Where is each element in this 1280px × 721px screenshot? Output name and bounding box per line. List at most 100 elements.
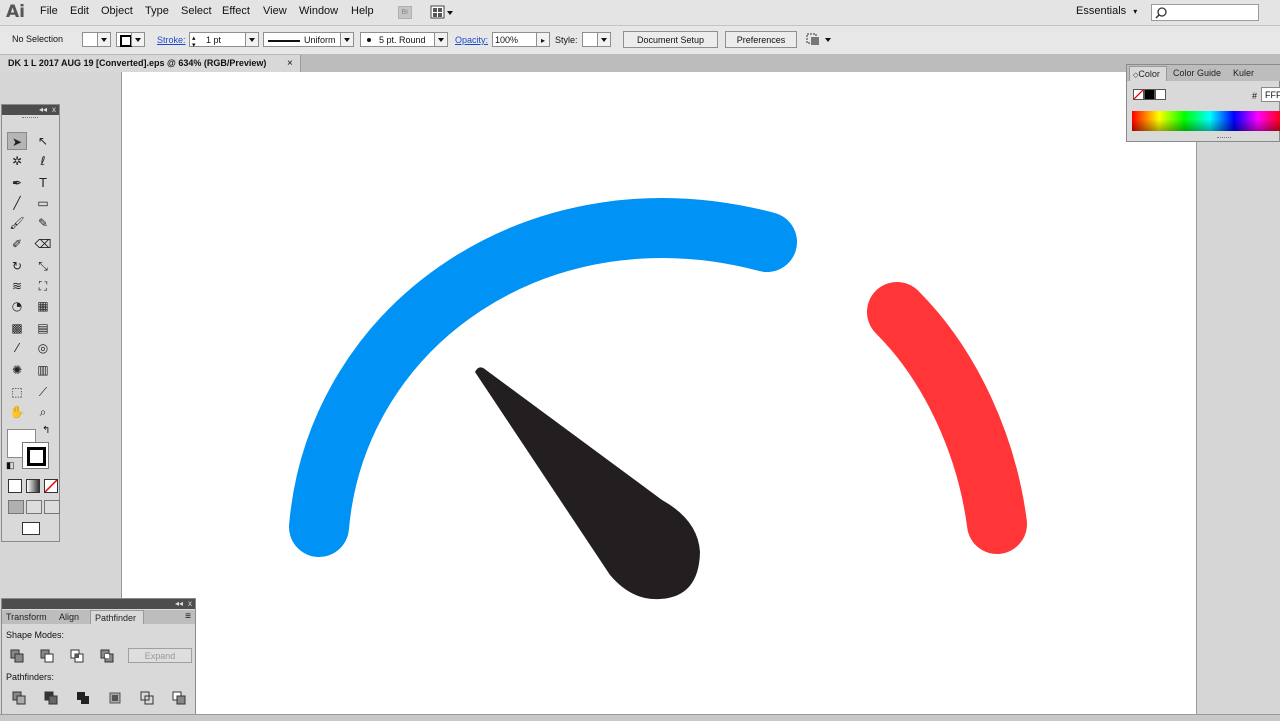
swap-fill-stroke-icon[interactable]: ↰ <box>42 425 50 436</box>
unite-icon[interactable] <box>10 649 24 663</box>
color-panel-tabs: ◇Color Color Guide Kuler <box>1127 65 1280 81</box>
hex-label: # <box>1252 91 1258 101</box>
graphic-style-dropdown[interactable] <box>582 32 611 47</box>
pathfinder-panel-header[interactable]: ◂◂ x <box>2 599 195 609</box>
minus-front-icon[interactable] <box>40 649 54 663</box>
color-spectrum[interactable] <box>1132 111 1280 131</box>
artboard-tool[interactable]: ⬚ <box>7 383 27 401</box>
drag-handle[interactable] <box>2 115 59 121</box>
bridge-button[interactable]: Br <box>398 6 412 19</box>
menu-select[interactable]: Select <box>181 5 212 17</box>
close-icon[interactable]: x <box>52 105 56 115</box>
white-swatch[interactable] <box>1155 89 1166 100</box>
menu-edit[interactable]: Edit <box>70 5 89 17</box>
artboard-canvas[interactable] <box>121 72 1197 720</box>
zoom-tool[interactable]: ⌕ <box>33 403 53 421</box>
rotate-tool[interactable]: ↻ <box>7 257 27 275</box>
gradient-tool[interactable]: ▤ <box>33 319 53 337</box>
fill-dropdown[interactable] <box>82 32 111 47</box>
stroke-color-dropdown[interactable] <box>116 32 145 47</box>
variable-width-profile-dropdown[interactable]: Uniform <box>263 32 354 47</box>
direct-selection-tool[interactable]: ↖ <box>33 132 53 150</box>
opacity-label[interactable]: Opacity: <box>455 35 488 45</box>
paintbrush-tool[interactable]: 🖌 <box>7 214 27 232</box>
tab-pathfinder[interactable]: Pathfinder <box>90 610 144 624</box>
tools-panel-header[interactable]: ◂◂ x <box>2 105 59 115</box>
line-tool[interactable]: ╱ <box>7 194 27 212</box>
menu-help[interactable]: Help <box>351 5 374 17</box>
exclude-icon[interactable] <box>100 649 114 663</box>
black-swatch[interactable] <box>1144 89 1155 100</box>
hand-tool[interactable]: ✋ <box>7 403 27 421</box>
blend-tool[interactable]: ◎ <box>33 339 53 357</box>
crop-icon[interactable] <box>108 691 122 705</box>
scale-tool[interactable]: ⤡ <box>33 257 53 275</box>
collapse-icon[interactable]: ◂◂ <box>39 105 47 115</box>
search-input[interactable] <box>1151 4 1259 21</box>
selection-tool[interactable]: ➤ <box>7 132 27 150</box>
eraser-tool[interactable]: ⌫ <box>33 235 53 253</box>
close-icon[interactable]: × <box>287 55 293 72</box>
tab-align[interactable]: Align <box>59 610 89 624</box>
minus-back-icon[interactable] <box>172 691 186 705</box>
tab-transform[interactable]: Transform <box>6 610 54 624</box>
rectangle-tool[interactable]: ▭ <box>33 194 53 212</box>
panel-menu-icon[interactable]: ≡ <box>185 610 191 624</box>
color-mode-icon[interactable] <box>8 479 22 493</box>
gradient-mode-icon[interactable] <box>26 479 40 493</box>
mesh-tool[interactable]: ▩ <box>7 319 27 337</box>
document-setup-button[interactable]: Document Setup <box>623 31 718 48</box>
hex-input[interactable]: FFFFFF <box>1261 87 1280 102</box>
symbol-sprayer-tool[interactable]: ✺ <box>7 361 27 379</box>
preferences-button[interactable]: Preferences <box>725 31 797 48</box>
drag-handle[interactable] <box>1217 137 1231 140</box>
draw-behind-icon[interactable] <box>26 500 42 514</box>
slice-tool[interactable]: ⟋ <box>33 383 53 401</box>
blob-brush-tool[interactable]: ✐ <box>7 235 27 253</box>
close-icon[interactable]: x <box>188 599 192 609</box>
tab-color[interactable]: ◇Color <box>1129 66 1167 81</box>
column-graph-tool[interactable]: ▥ <box>33 361 53 379</box>
warp-tool[interactable]: ≋ <box>7 277 27 295</box>
stroke-swatch[interactable] <box>22 442 49 469</box>
workspace-switcher[interactable]: Essentials ▾ <box>1076 5 1137 17</box>
arrange-documents-icon[interactable] <box>430 5 454 20</box>
brush-definition-dropdown[interactable]: 5 pt. Round <box>360 32 448 47</box>
trim-icon[interactable] <box>44 691 58 705</box>
shape-builder-tool[interactable]: ◔ <box>7 297 27 315</box>
menu-view[interactable]: View <box>263 5 287 17</box>
eyedropper-tool[interactable]: ⁄ <box>7 339 27 357</box>
none-swatch[interactable] <box>1133 89 1144 100</box>
merge-icon[interactable] <box>76 691 90 705</box>
default-fill-stroke-icon[interactable]: ◧ <box>6 460 15 471</box>
document-tab[interactable]: DK 1 L 2017 AUG 19 [Converted].eps @ 634… <box>0 55 301 72</box>
gauge-blue-arc <box>289 198 797 557</box>
menu-window[interactable]: Window <box>299 5 338 17</box>
pencil-tool[interactable]: ✎ <box>33 214 53 232</box>
free-transform-tool[interactable]: ⛶ <box>33 277 53 295</box>
opacity-field[interactable]: 100% ▸ <box>492 32 550 47</box>
pen-tool[interactable]: ✒ <box>7 174 27 192</box>
draw-normal-icon[interactable] <box>8 500 24 514</box>
lasso-tool[interactable]: ℓ <box>33 152 53 170</box>
stroke-weight-field[interactable]: ▴ ▾ 1 pt <box>189 32 259 49</box>
expand-button[interactable]: Expand <box>128 648 192 663</box>
menu-type[interactable]: Type <box>145 5 169 17</box>
tab-color-guide[interactable]: Color Guide <box>1173 66 1221 81</box>
menu-object[interactable]: Object <box>101 5 133 17</box>
arrange-menu-icon[interactable] <box>806 33 832 47</box>
intersect-icon[interactable] <box>70 649 84 663</box>
menu-file[interactable]: File <box>40 5 58 17</box>
none-mode-icon[interactable] <box>44 479 58 493</box>
magic-wand-tool[interactable]: ✲ <box>7 152 27 170</box>
type-tool[interactable]: T <box>33 174 53 192</box>
divide-icon[interactable] <box>12 691 26 705</box>
screen-mode-icon[interactable] <box>22 522 40 535</box>
draw-inside-icon[interactable] <box>44 500 60 514</box>
perspective-grid-tool[interactable]: ▦ <box>33 297 53 315</box>
outline-icon[interactable] <box>140 691 154 705</box>
tab-kuler[interactable]: Kuler <box>1233 66 1254 81</box>
stroke-label[interactable]: Stroke: <box>157 35 186 45</box>
menu-effect[interactable]: Effect <box>222 5 250 17</box>
collapse-icon[interactable]: ◂◂ <box>175 599 183 609</box>
